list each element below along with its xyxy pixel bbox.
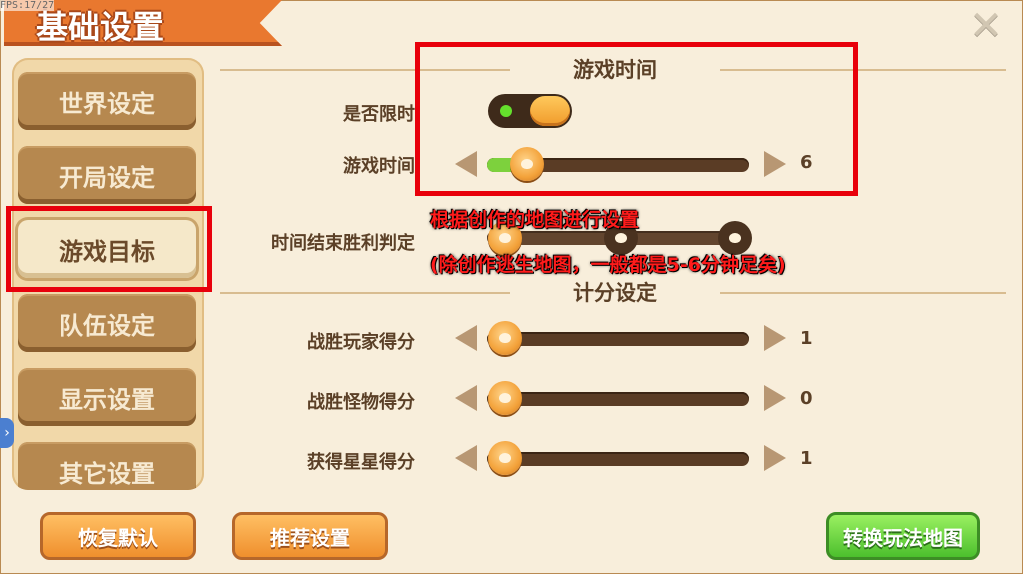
score-row-label: 战胜怪物得分 (307, 392, 415, 413)
paw-slider-knob[interactable] (509, 147, 544, 181)
increase-arrow-icon[interactable] (764, 325, 786, 351)
sidebar-item-team[interactable]: 队伍设定 (18, 294, 196, 352)
end-victory-judgement-label: 时间结束胜利判定 (271, 233, 415, 254)
page-title: 基础设置 (36, 8, 165, 46)
recommend-settings-button[interactable]: 推荐设置 (232, 512, 388, 560)
score-row-label: 战胜玩家得分 (307, 332, 415, 353)
game-time-label: 游戏时间 (343, 156, 415, 177)
toggle-knob (530, 96, 570, 126)
annotation-line-2: (除创作逃生地图，一般都是5-6分钟足矣) (430, 254, 786, 276)
score-value: 1 (800, 448, 813, 469)
section-title-game-time: 游戏时间 (573, 58, 657, 82)
fps-counter: FPS:17/27 (0, 0, 55, 11)
close-icon[interactable]: ✕ (966, 6, 1006, 46)
score-slider[interactable] (487, 392, 749, 406)
time-limit-toggle[interactable] (488, 94, 572, 128)
time-limit-label: 是否限时 (343, 104, 415, 125)
game-time-value: 6 (800, 152, 813, 173)
score-value: 0 (800, 388, 813, 409)
expand-tab-icon[interactable]: › (0, 418, 14, 448)
score-row-label: 获得星星得分 (307, 452, 415, 473)
paw-slider-knob[interactable] (488, 321, 522, 355)
sidebar: 世界设定 开局设定 游戏目标 队伍设定 显示设置 其它设置 (12, 58, 204, 490)
increase-arrow-icon[interactable] (764, 385, 786, 411)
restore-default-button[interactable]: 恢复默认 (40, 512, 196, 560)
sidebar-item-display[interactable]: 显示设置 (18, 368, 196, 426)
score-slider[interactable] (487, 332, 749, 346)
paw-slider-knob[interactable] (488, 441, 522, 475)
sidebar-item-world[interactable]: 世界设定 (18, 72, 196, 130)
divider-right (720, 69, 1006, 71)
divider-left (220, 69, 510, 71)
decrease-arrow-icon[interactable] (455, 151, 477, 177)
increase-arrow-icon[interactable] (764, 445, 786, 471)
divider-right (720, 292, 1006, 294)
score-value: 1 (800, 328, 813, 349)
toggle-on-indicator (500, 105, 512, 117)
decrease-arrow-icon[interactable] (455, 445, 477, 471)
sidebar-item-opening[interactable]: 开局设定 (18, 146, 196, 204)
sidebar-item-other[interactable]: 其它设置 (18, 442, 196, 490)
section-title-scoring: 计分设定 (573, 281, 657, 305)
paw-slider-knob[interactable] (488, 381, 522, 415)
increase-arrow-icon[interactable] (764, 151, 786, 177)
decrease-arrow-icon[interactable] (455, 385, 477, 411)
switch-mode-map-button[interactable]: 转换玩法地图 (826, 512, 980, 560)
score-slider[interactable] (487, 452, 749, 466)
annotation-line-1: 根据创作的地图进行设置 (430, 209, 640, 231)
sidebar-item-game-goal[interactable]: 游戏目标 (18, 220, 196, 278)
decrease-arrow-icon[interactable] (455, 325, 477, 351)
divider-left (220, 292, 510, 294)
